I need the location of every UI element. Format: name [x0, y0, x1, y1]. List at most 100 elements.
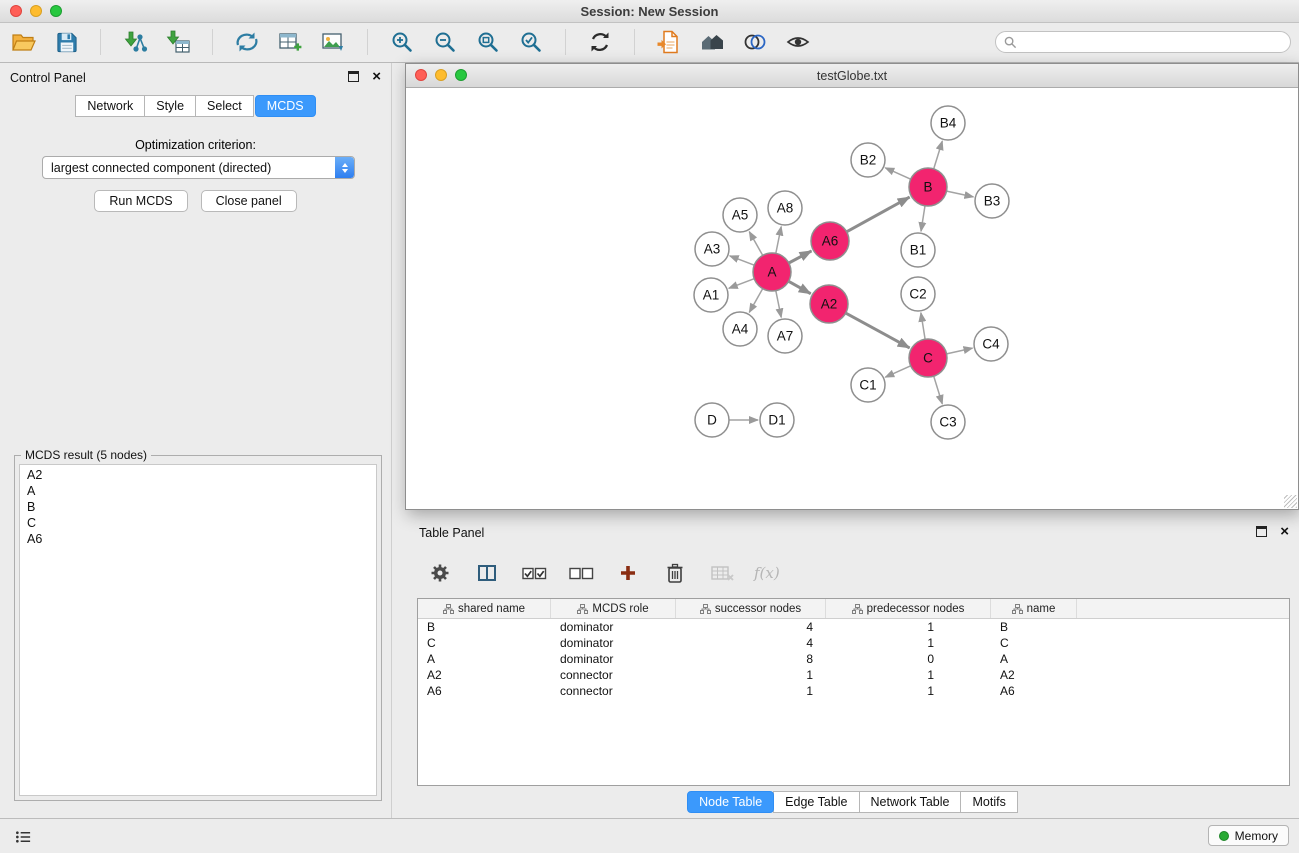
column-header-name[interactable]: name [991, 599, 1077, 618]
tab-edge-table[interactable]: Edge Table [773, 791, 859, 813]
node-A5[interactable]: A5 [723, 198, 757, 232]
edge-A-A7[interactable] [776, 291, 781, 318]
node-C[interactable]: C [909, 339, 947, 377]
table-settings-button[interactable] [425, 558, 455, 588]
column-header-successor-nodes[interactable]: successor nodes [676, 599, 826, 618]
node-C2[interactable]: C2 [901, 277, 935, 311]
home-button[interactable] [697, 27, 727, 57]
deselect-all-button[interactable] [566, 558, 596, 588]
table-row[interactable]: A2connector11A2 [418, 667, 1289, 683]
node-A6[interactable]: A6 [811, 222, 849, 260]
zoom-window-button[interactable] [50, 5, 62, 17]
network-zoom-button[interactable] [455, 69, 467, 81]
float-table-panel-icon[interactable] [1256, 526, 1267, 537]
tab-motifs[interactable]: Motifs [960, 791, 1017, 813]
mcds-result-item[interactable]: B [20, 499, 376, 515]
open-manual-button[interactable] [654, 27, 684, 57]
tab-mcds[interactable]: MCDS [255, 95, 316, 117]
table-row[interactable]: Bdominator41B [418, 619, 1289, 635]
styles-button[interactable] [740, 27, 770, 57]
zoom-selected-button[interactable] [516, 27, 546, 57]
node-table[interactable]: shared nameMCDS rolesuccessor nodesprede… [417, 598, 1290, 786]
table-row[interactable]: Cdominator41C [418, 635, 1289, 651]
node-D1[interactable]: D1 [760, 403, 794, 437]
node-B1[interactable]: B1 [901, 233, 935, 267]
edge-A-A4[interactable] [749, 289, 762, 313]
search-field[interactable] [995, 31, 1291, 53]
edge-C-C1[interactable] [885, 366, 910, 377]
delete-row-button[interactable] [660, 558, 690, 588]
node-C1[interactable]: C1 [851, 368, 885, 402]
mcds-result-list[interactable]: A2ABCA6 [19, 464, 377, 796]
tab-node-table[interactable]: Node Table [687, 791, 774, 813]
edge-A-A2[interactable] [789, 281, 811, 293]
float-panel-icon[interactable] [348, 71, 359, 82]
node-A8[interactable]: A8 [768, 191, 802, 225]
edge-A-A6[interactable] [789, 251, 812, 263]
close-table-panel-icon[interactable]: × [1280, 526, 1289, 537]
column-header-shared-name[interactable]: shared name [418, 599, 551, 618]
network-minimize-button[interactable] [435, 69, 447, 81]
delete-table-button[interactable] [707, 558, 737, 588]
node-C3[interactable]: C3 [931, 405, 965, 439]
close-window-button[interactable] [10, 5, 22, 17]
table-row[interactable]: A6connector11A6 [418, 683, 1289, 699]
network-canvas[interactable]: AA1A2A3A4A5A6A7A8BB1B2B3B4CC1C2C3C4DD1 [406, 88, 1298, 509]
edge-A-A5[interactable] [749, 232, 762, 256]
node-A1[interactable]: A1 [694, 278, 728, 312]
table-row[interactable]: Adominator80A [418, 651, 1289, 667]
network-close-button[interactable] [415, 69, 427, 81]
tab-select[interactable]: Select [195, 95, 254, 117]
node-A2[interactable]: A2 [810, 285, 848, 323]
memory-button[interactable]: Memory [1208, 825, 1289, 846]
mcds-result-item[interactable]: C [20, 515, 376, 531]
node-B[interactable]: B [909, 168, 947, 206]
export-image-button[interactable] [318, 27, 348, 57]
node-A4[interactable]: A4 [723, 312, 757, 346]
window-resize-grip[interactable] [1284, 495, 1297, 508]
edge-B-B2[interactable] [885, 168, 910, 179]
zoom-in-button[interactable] [387, 27, 417, 57]
open-file-button[interactable] [8, 27, 38, 57]
node-B2[interactable]: B2 [851, 143, 885, 177]
node-B4[interactable]: B4 [931, 106, 965, 140]
edge-B-B3[interactable] [947, 191, 974, 197]
node-B3[interactable]: B3 [975, 184, 1009, 218]
edge-B-B4[interactable] [934, 141, 943, 169]
edge-A2-C[interactable] [846, 313, 910, 348]
import-network-file-button[interactable] [120, 27, 150, 57]
node-A7[interactable]: A7 [768, 319, 802, 353]
criterion-dropdown[interactable]: largest connected component (directed) [42, 156, 355, 179]
tab-network-table[interactable]: Network Table [859, 791, 962, 813]
close-panel-icon[interactable]: × [372, 71, 381, 82]
mcds-result-item[interactable]: A6 [20, 531, 376, 547]
edge-A-A1[interactable] [729, 279, 754, 289]
edge-C-C3[interactable] [934, 376, 943, 404]
new-table-button[interactable] [275, 27, 305, 57]
show-graphics-button[interactable] [783, 27, 813, 57]
edge-A6-B[interactable] [847, 197, 910, 232]
network-graph[interactable]: AA1A2A3A4A5A6A7A8BB1B2B3B4CC1C2C3C4DD1 [406, 88, 1298, 509]
save-session-button[interactable] [51, 27, 81, 57]
node-A3[interactable]: A3 [695, 232, 729, 266]
edge-B-B1[interactable] [921, 206, 925, 231]
apply-layout-button[interactable] [585, 27, 615, 57]
task-history-button[interactable] [10, 827, 36, 846]
network-window-titlebar[interactable]: testGlobe.txt [406, 64, 1298, 88]
column-visibility-button[interactable] [472, 558, 502, 588]
add-row-button[interactable] [613, 558, 643, 588]
mcds-result-item[interactable]: A2 [20, 467, 376, 483]
select-all-button[interactable] [519, 558, 549, 588]
zoom-fit-button[interactable] [473, 27, 503, 57]
zoom-out-button[interactable] [430, 27, 460, 57]
node-A[interactable]: A [753, 253, 791, 291]
mcds-result-item[interactable]: A [20, 483, 376, 499]
edge-C-C2[interactable] [921, 313, 925, 339]
minimize-window-button[interactable] [30, 5, 42, 17]
edge-A-A8[interactable] [776, 227, 781, 254]
function-builder-button[interactable]: f(x) [754, 564, 780, 582]
close-panel-button[interactable]: Close panel [201, 190, 297, 212]
new-network-button[interactable] [232, 27, 262, 57]
column-header-MCDS-role[interactable]: MCDS role [551, 599, 676, 618]
search-input[interactable] [1022, 34, 1282, 50]
